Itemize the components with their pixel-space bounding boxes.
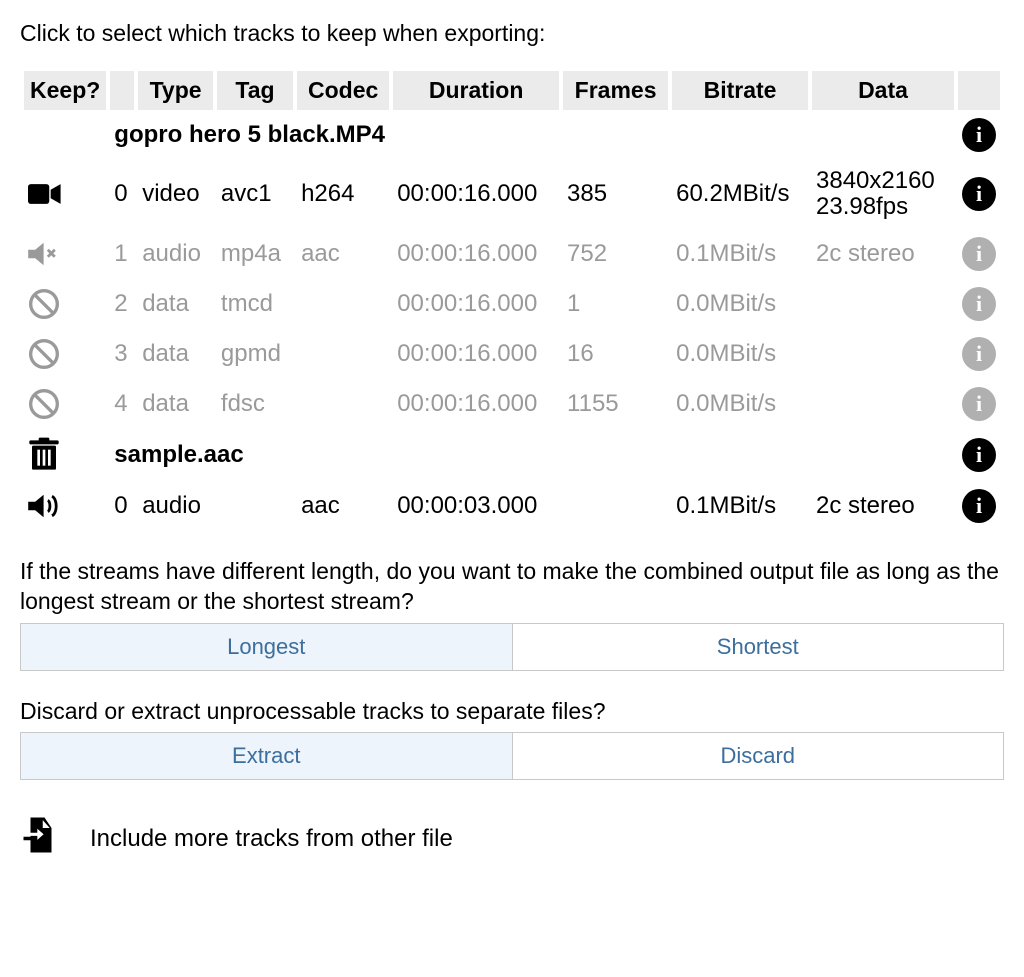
col-type: Type (138, 71, 213, 110)
track-index: 0 (110, 160, 134, 229)
track-duration: 00:00:03.000 (393, 481, 559, 531)
track-index: 4 (110, 379, 134, 429)
col-duration: Duration (393, 71, 559, 110)
track-tag: gpmd (217, 329, 293, 379)
track-type: data (138, 379, 213, 429)
track-duration: 00:00:16.000 (393, 379, 559, 429)
track-index: 2 (110, 279, 134, 329)
length-question-block: If the streams have different length, do… (20, 557, 1004, 671)
track-index: 1 (110, 229, 134, 279)
info-icon[interactable]: i (962, 438, 996, 472)
track-codec (297, 279, 389, 329)
track-bitrate: 0.1MBit/s (672, 229, 808, 279)
track-index: 0 (110, 481, 134, 531)
longest-button[interactable]: Longest (21, 624, 512, 670)
col-tag: Tag (217, 71, 293, 110)
track-data (812, 329, 954, 379)
info-icon[interactable]: i (962, 337, 996, 371)
audio-muted-icon[interactable] (28, 240, 102, 268)
col-frames: Frames (563, 71, 668, 110)
video-icon[interactable] (28, 181, 102, 207)
info-icon[interactable]: i (962, 118, 996, 152)
track-tag: tmcd (217, 279, 293, 329)
track-data: 2c stereo (812, 229, 954, 279)
track-frames: 1155 (563, 379, 668, 429)
track-codec: aac (297, 481, 389, 531)
ban-icon[interactable] (28, 338, 102, 370)
track-data: 3840x216023.98fps (812, 160, 954, 229)
discard-question-block: Discard or extract unprocessable tracks … (20, 697, 1004, 781)
track-codec (297, 379, 389, 429)
track-duration: 00:00:16.000 (393, 279, 559, 329)
track-frames: 1 (563, 279, 668, 329)
trash-icon[interactable] (28, 437, 102, 473)
track-tag: fdsc (217, 379, 293, 429)
file-name: gopro hero 5 black.MP4 (110, 110, 954, 160)
track-type: data (138, 279, 213, 329)
col-data: Data (812, 71, 954, 110)
track-index: 3 (110, 329, 134, 379)
length-segmented: Longest Shortest (20, 623, 1004, 671)
discard-button[interactable]: Discard (512, 733, 1004, 779)
info-icon[interactable]: i (962, 177, 996, 211)
track-frames: 752 (563, 229, 668, 279)
info-icon[interactable]: i (962, 387, 996, 421)
track-bitrate: 0.0MBit/s (672, 379, 808, 429)
track-data: 2c stereo (812, 481, 954, 531)
track-tag (217, 481, 293, 531)
track-type: audio (138, 481, 213, 531)
file-import-icon (20, 814, 62, 863)
file-name: sample.aac (110, 429, 954, 481)
info-icon[interactable]: i (962, 237, 996, 271)
track-type: data (138, 329, 213, 379)
track-data (812, 279, 954, 329)
track-bitrate: 0.1MBit/s (672, 481, 808, 531)
track-frames: 16 (563, 329, 668, 379)
track-data (812, 379, 954, 429)
col-keep: Keep? (24, 71, 106, 110)
track-codec: aac (297, 229, 389, 279)
track-frames: 385 (563, 160, 668, 229)
discard-segmented: Extract Discard (20, 732, 1004, 780)
col-bitrate: Bitrate (672, 71, 808, 110)
track-tag: avc1 (217, 160, 293, 229)
info-icon[interactable]: i (962, 287, 996, 321)
track-bitrate: 60.2MBit/s (672, 160, 808, 229)
track-tag: mp4a (217, 229, 293, 279)
include-more-label: Include more tracks from other file (90, 825, 453, 853)
track-type: audio (138, 229, 213, 279)
extract-button[interactable]: Extract (21, 733, 512, 779)
col-codec: Codec (297, 71, 389, 110)
ban-icon[interactable] (28, 388, 102, 420)
discard-question-text: Discard or extract unprocessable tracks … (20, 697, 1004, 727)
track-bitrate: 0.0MBit/s (672, 329, 808, 379)
track-codec: h264 (297, 160, 389, 229)
tracks-table: Keep? Type Tag Codec Duration Frames Bit… (20, 71, 1004, 531)
shortest-button[interactable]: Shortest (512, 624, 1004, 670)
info-icon[interactable]: i (962, 489, 996, 523)
track-duration: 00:00:16.000 (393, 329, 559, 379)
ban-icon[interactable] (28, 288, 102, 320)
instruction-text: Click to select which tracks to keep whe… (20, 20, 1004, 47)
include-more-button[interactable]: Include more tracks from other file (20, 814, 1004, 863)
track-codec (297, 329, 389, 379)
track-bitrate: 0.0MBit/s (672, 279, 808, 329)
track-frames (563, 481, 668, 531)
track-duration: 00:00:16.000 (393, 160, 559, 229)
track-type: video (138, 160, 213, 229)
length-question-text: If the streams have different length, do… (20, 557, 1004, 617)
track-duration: 00:00:16.000 (393, 229, 559, 279)
audio-icon[interactable] (28, 492, 102, 520)
